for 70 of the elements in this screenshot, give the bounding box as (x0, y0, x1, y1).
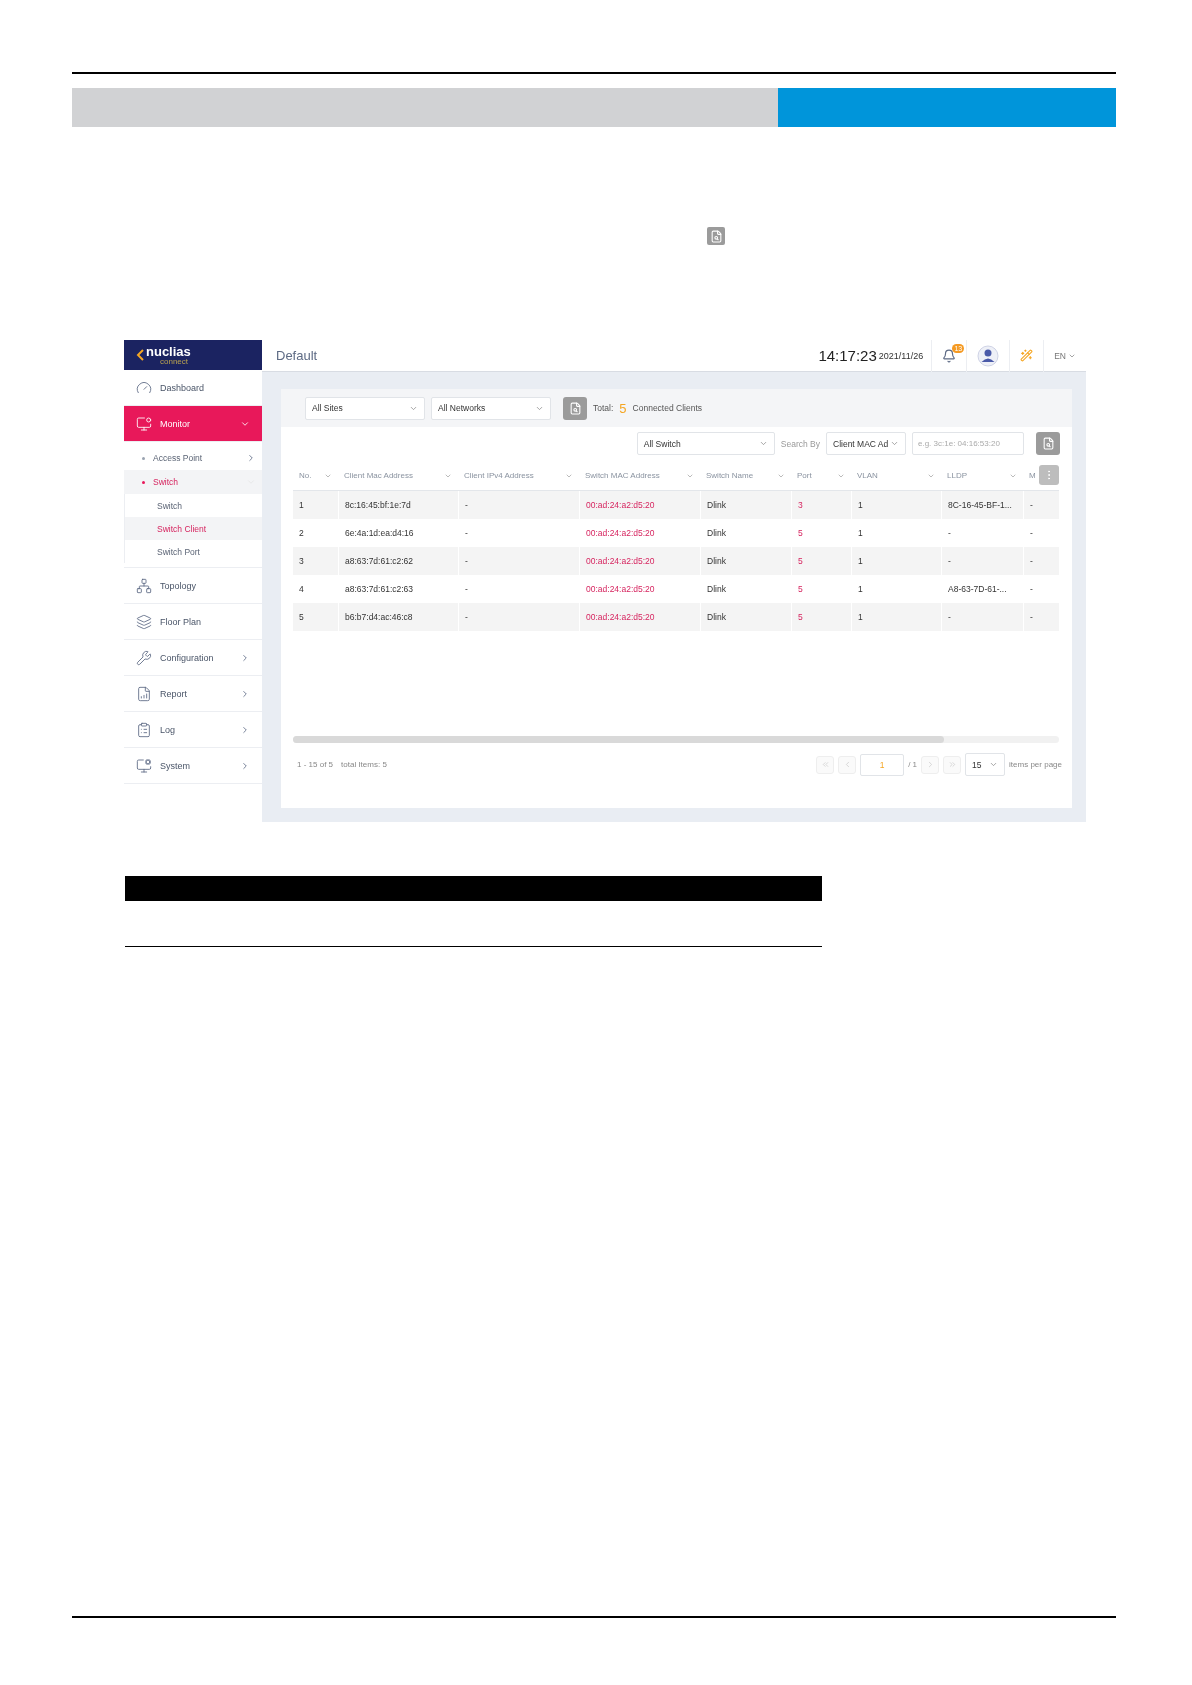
clipboard-icon (136, 721, 152, 738)
clock-date: 2021/11/26 (878, 350, 924, 361)
table-cell: - (1023, 603, 1059, 631)
page-count: / 1 (908, 760, 918, 769)
search-by-select[interactable]: Client MAC Ad (826, 432, 906, 455)
table-cell: b6:b7:d4:ac:46:c8 (338, 603, 458, 631)
submenu-item[interactable]: Switch Client (124, 517, 262, 540)
table-cell: - (941, 603, 1023, 631)
table-cell-text: 1 (298, 499, 305, 512)
bell-icon[interactable] (942, 348, 957, 363)
double-chevron-left-icon (820, 760, 830, 769)
page-size-label: items per page (1009, 760, 1062, 769)
network-select[interactable]: All Networks (431, 396, 551, 420)
search-button[interactable] (1036, 432, 1060, 455)
tools-icon (136, 649, 152, 666)
monitor-icon (136, 415, 152, 432)
switch-select[interactable]: All Switch (636, 432, 775, 455)
table-cell-text: 2 (298, 527, 305, 540)
table-cell-text: 4 (298, 583, 305, 596)
page-size-select[interactable]: 15 (965, 753, 1006, 776)
range-label: 1 - 15 of 5 (297, 760, 334, 769)
next-page-button[interactable] (921, 755, 940, 774)
column-header[interactable]: Switch Name (706, 471, 754, 480)
language-selector[interactable]: EN (1054, 350, 1076, 361)
chevron-down-icon (890, 439, 899, 448)
layers-icon (136, 613, 152, 630)
column-header[interactable]: VLAN (857, 471, 878, 480)
page-title: Default (276, 348, 319, 363)
network-icon (136, 577, 152, 594)
first-page-button[interactable] (816, 755, 835, 774)
table-cell-text: 3 (298, 555, 305, 568)
site-select[interactable]: All Sites (305, 396, 425, 420)
nav-item[interactable]: Monitor (124, 406, 262, 442)
table-link[interactable]: 00:ad:24:a2:d5:20 (579, 603, 700, 631)
column-header[interactable]: No. (299, 471, 312, 480)
search-document-icon (1041, 437, 1055, 450)
search-report-button[interactable] (563, 396, 587, 420)
gauge-icon (136, 379, 152, 396)
more-options-button[interactable] (1039, 465, 1059, 485)
previous-page-button[interactable] (838, 755, 857, 774)
table-cell-text: 5 (298, 611, 305, 624)
clock-time: 14:17:23 (818, 347, 877, 364)
column-header[interactable]: M (1029, 471, 1036, 480)
magic-wand-icon[interactable] (1020, 349, 1034, 362)
table-cell: Dlink (700, 603, 791, 631)
double-chevron-right-icon (947, 760, 957, 769)
chevron-down-icon (989, 760, 999, 769)
submenu-item[interactable]: Switch (124, 470, 262, 494)
column-header[interactable]: Port (797, 471, 812, 480)
search-by-label: Search By (780, 438, 820, 449)
total-label: Total: (593, 403, 614, 413)
monitor-gear-icon (136, 757, 152, 774)
search-document-icon (568, 401, 582, 415)
column-header[interactable]: LLDP (947, 471, 967, 480)
logo: nuclias connect (124, 340, 262, 370)
total-items-label: total Items: 5 (341, 760, 387, 769)
search-field[interactable]: e.g. 3c:1e: 04:16:53:20 (912, 432, 1024, 455)
total-caption: Connected Clients (632, 403, 703, 413)
chevron-down-icon (758, 439, 768, 448)
column-header[interactable]: Client IPv4 Address (464, 471, 534, 480)
user-avatar-icon[interactable] (977, 344, 1000, 367)
last-page-button[interactable] (943, 755, 962, 774)
table-link[interactable]: 5 (791, 603, 851, 631)
total-count: 5 (619, 400, 627, 416)
table-cell: - (458, 603, 579, 631)
search-document-icon (707, 227, 725, 245)
chart-report-icon (136, 685, 152, 702)
column-header[interactable]: Switch MAC Address (585, 471, 660, 480)
column-header[interactable]: Client Mac Address (344, 471, 413, 480)
table-cell: 1 (851, 603, 941, 631)
